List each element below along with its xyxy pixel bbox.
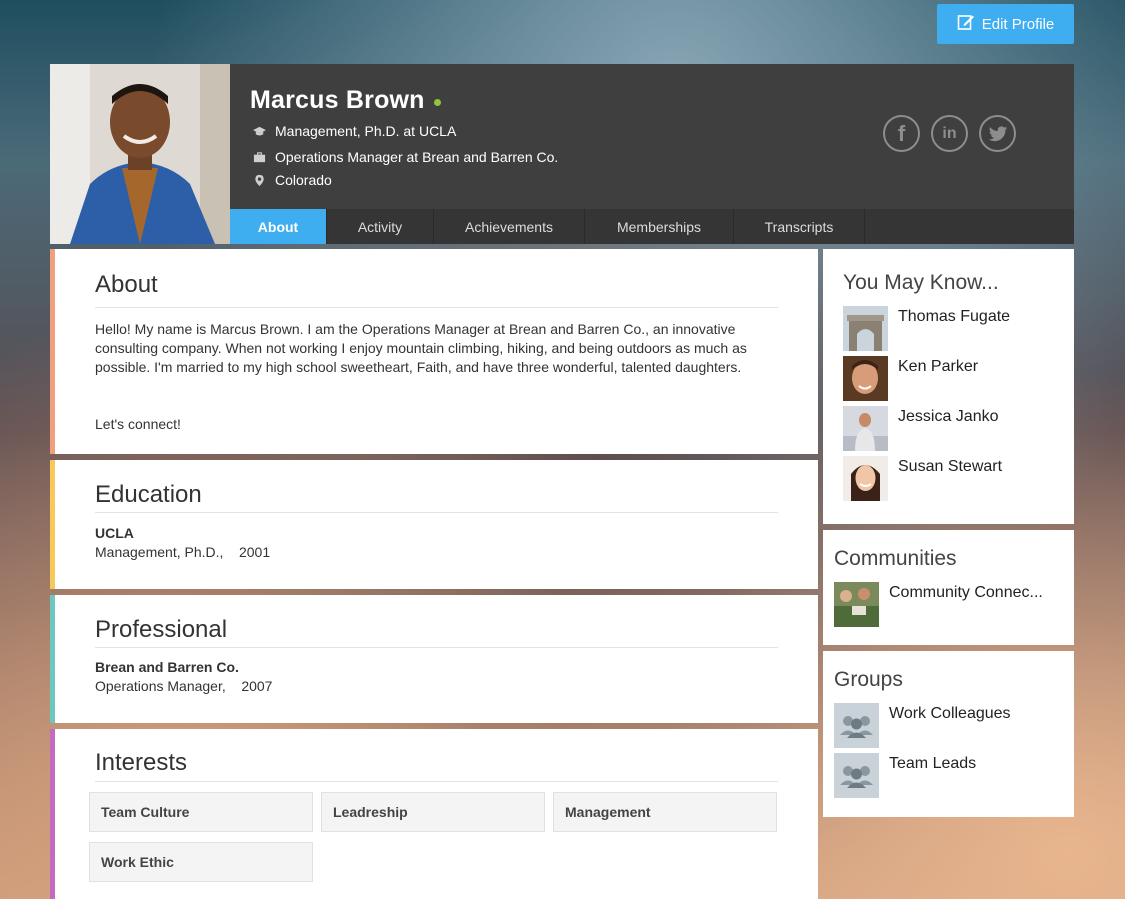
group-item[interactable]: Work Colleagues xyxy=(834,703,1011,748)
divider xyxy=(95,781,778,782)
education-text: Management, Ph.D. at UCLA xyxy=(275,123,457,139)
job-text: Operations Manager at Brean and Barren C… xyxy=(275,149,559,165)
person-name: Jessica Janko xyxy=(898,408,999,425)
communities-title: Communities xyxy=(834,547,957,570)
suggested-person[interactable]: Jessica Janko xyxy=(843,406,999,451)
tab-about[interactable]: About xyxy=(230,209,327,244)
avatar xyxy=(843,406,888,451)
online-status-dot xyxy=(433,99,441,106)
groups-card: Groups Work Colleagues Team Leads xyxy=(823,651,1074,817)
interest-tag[interactable]: Team Culture xyxy=(89,792,313,832)
community-thumbnail xyxy=(834,582,879,627)
avatar xyxy=(843,306,888,351)
divider xyxy=(95,512,778,513)
interests-title: Interests xyxy=(95,749,188,776)
avatar xyxy=(843,456,888,501)
professional-year: 2007 xyxy=(241,678,273,694)
you-may-know-card: You May Know... Thomas Fugate Ken Parker… xyxy=(823,249,1074,524)
interests-card: Interests Team Culture Leadreship Manage… xyxy=(50,729,818,899)
facebook-icon[interactable]: f xyxy=(883,115,920,152)
group-icon xyxy=(834,753,879,798)
suggested-person[interactable]: Susan Stewart xyxy=(843,456,1002,501)
avatar xyxy=(843,356,888,401)
profile-photo xyxy=(50,64,230,244)
edit-icon xyxy=(957,13,975,35)
about-card: About Hello! My name is Marcus Brown. I … xyxy=(50,249,818,454)
suggested-person[interactable]: Thomas Fugate xyxy=(843,306,1010,351)
community-item[interactable]: Community Connec... xyxy=(834,582,1043,627)
location-line: Colorado xyxy=(250,172,332,188)
divider xyxy=(95,647,778,648)
group-icon xyxy=(834,703,879,748)
divider xyxy=(95,307,778,308)
interest-tag[interactable]: Management xyxy=(553,792,777,832)
group-name: Team Leads xyxy=(889,755,977,772)
education-degree: Management, Ph.D., xyxy=(95,544,224,560)
community-name: Community Connec... xyxy=(889,584,1043,601)
tab-memberships[interactable]: Memberships xyxy=(585,209,734,244)
group-item[interactable]: Team Leads xyxy=(834,753,976,798)
map-pin-icon xyxy=(250,173,268,187)
name-row: Marcus Brown xyxy=(250,86,441,115)
professional-card: Professional Brean and Barren Co. Operat… xyxy=(50,595,818,723)
group-name: Work Colleagues xyxy=(889,705,1011,722)
social-links: f in xyxy=(883,115,1016,152)
interest-tag[interactable]: Leadreship xyxy=(321,792,545,832)
education-line: Management, Ph.D. at UCLA xyxy=(250,123,456,139)
professional-detail: Operations Manager, 2007 xyxy=(95,678,272,694)
about-closing: Let's connect! xyxy=(95,416,181,432)
about-paragraph: Hello! My name is Marcus Brown. I am the… xyxy=(95,321,747,375)
person-name: Thomas Fugate xyxy=(898,308,1011,325)
education-card: Education UCLA Management, Ph.D., 2001 xyxy=(50,460,818,589)
about-title: About xyxy=(95,271,158,298)
location-text: Colorado xyxy=(275,172,332,188)
groups-title: Groups xyxy=(834,668,903,691)
tab-activity[interactable]: Activity xyxy=(327,209,434,244)
education-school: UCLA xyxy=(95,525,134,541)
tab-transcripts[interactable]: Transcripts xyxy=(734,209,865,244)
interest-tag[interactable]: Work Ethic xyxy=(89,842,313,882)
you-may-know-title: You May Know... xyxy=(843,271,999,294)
linkedin-icon[interactable]: in xyxy=(931,115,968,152)
professional-title: Professional xyxy=(95,616,228,643)
briefcase-icon xyxy=(250,150,268,164)
profile-name: Marcus Brown xyxy=(250,86,425,114)
profile-header: Marcus Brown Management, Ph.D. at UCLA O… xyxy=(50,64,1074,244)
edit-profile-button[interactable]: Edit Profile xyxy=(937,4,1074,44)
tab-achievements[interactable]: Achievements xyxy=(434,209,585,244)
suggested-person[interactable]: Ken Parker xyxy=(843,356,978,401)
communities-card: Communities Community Connec... xyxy=(823,530,1074,645)
edit-profile-label: Edit Profile xyxy=(981,15,1055,33)
education-title: Education xyxy=(95,481,202,508)
professional-company: Brean and Barren Co. xyxy=(95,659,239,675)
twitter-icon[interactable] xyxy=(979,115,1016,152)
education-year: 2001 xyxy=(238,544,271,560)
person-name: Ken Parker xyxy=(898,358,979,375)
job-line: Operations Manager at Brean and Barren C… xyxy=(250,149,558,165)
education-detail: Management, Ph.D., 2001 xyxy=(95,544,270,560)
graduation-cap-icon xyxy=(250,124,268,138)
person-name: Susan Stewart xyxy=(898,458,1003,475)
profile-tabs: About Activity Achievements Memberships … xyxy=(230,209,1074,244)
professional-role: Operations Manager, xyxy=(95,678,226,694)
